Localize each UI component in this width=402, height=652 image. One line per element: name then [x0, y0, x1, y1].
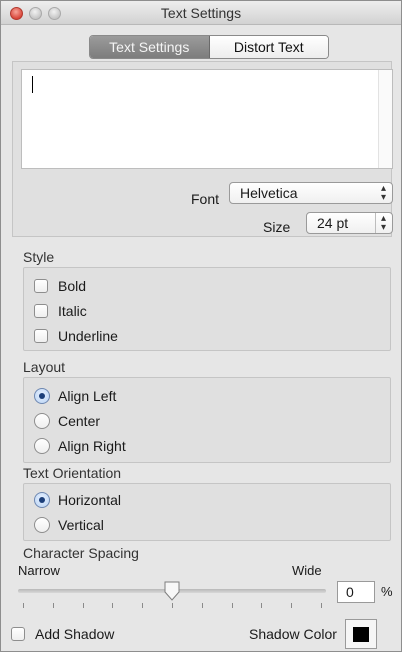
tab-control: Text Settings Distort Text — [89, 35, 329, 59]
font-label: Font — [191, 191, 220, 207]
window-title: Text Settings — [160, 5, 242, 21]
font-popup-value: Helvetica — [240, 185, 298, 201]
radio-button[interactable] — [34, 413, 50, 429]
radio-button[interactable] — [34, 438, 50, 454]
layout-group: Align Left Center Align Right — [23, 377, 391, 463]
checkbox-box[interactable] — [11, 627, 25, 641]
text-settings-window: Text Settings Text Settings Distort Text… — [0, 0, 402, 652]
title-bar: Text Settings — [1, 1, 401, 25]
italic-checkbox[interactable]: Italic — [34, 301, 87, 321]
slider-tick — [52, 603, 54, 608]
italic-label: Italic — [58, 303, 87, 319]
slider-tick — [23, 603, 24, 608]
vertical-radio[interactable]: Vertical — [34, 515, 104, 535]
shadow-color-swatch — [353, 627, 369, 642]
checkbox-box[interactable] — [34, 279, 48, 293]
checkbox-box[interactable] — [34, 329, 48, 343]
shadow-color-well[interactable] — [345, 619, 377, 649]
center-radio[interactable]: Center — [34, 411, 100, 431]
spacing-value-field[interactable]: 0 — [337, 581, 375, 603]
add-shadow-label: Add Shadow — [35, 626, 115, 642]
checkbox-box[interactable] — [34, 304, 48, 318]
underline-checkbox[interactable]: Underline — [34, 326, 118, 346]
text-caret — [32, 76, 33, 93]
orientation-header: Text Orientation — [23, 465, 122, 481]
align-left-label: Align Left — [58, 388, 117, 404]
narrow-label: Narrow — [18, 563, 60, 578]
slider-tick — [82, 603, 84, 608]
horizontal-radio[interactable]: Horizontal — [34, 490, 121, 510]
percent-label: % — [381, 584, 393, 599]
radio-button[interactable] — [34, 388, 50, 404]
spacing-slider-thumb[interactable] — [164, 581, 180, 601]
text-scrollbar[interactable] — [378, 70, 392, 168]
popup-arrows-icon: ▴ ▾ — [380, 213, 386, 233]
text-input-area[interactable] — [21, 69, 393, 169]
slider-tick — [112, 603, 114, 608]
align-left-radio[interactable]: Align Left — [34, 386, 116, 406]
bold-checkbox[interactable]: Bold — [34, 276, 86, 296]
tab-distort-text[interactable]: Distort Text — [209, 36, 328, 58]
center-label: Center — [58, 413, 101, 429]
slider-tick — [321, 603, 322, 608]
align-right-radio[interactable]: Align Right — [34, 436, 126, 456]
shadow-color-label: Shadow Color — [249, 626, 337, 642]
bold-label: Bold — [58, 278, 87, 294]
style-group: Bold Italic Underline — [23, 267, 391, 351]
horizontal-label: Horizontal — [58, 492, 122, 508]
slider-tick — [231, 603, 233, 608]
layout-header: Layout — [23, 359, 66, 375]
tab-text-settings[interactable]: Text Settings — [90, 36, 210, 58]
slider-tick — [261, 603, 263, 608]
radio-button[interactable] — [34, 517, 50, 533]
slider-tick — [201, 603, 203, 608]
spacing-header: Character Spacing — [23, 545, 139, 561]
slider-tick — [142, 603, 144, 608]
style-header: Style — [23, 249, 55, 265]
slider-tick — [291, 603, 293, 608]
size-popup[interactable]: 24 pt ▴ ▾ — [306, 212, 393, 234]
size-popup-value: 24 pt — [317, 215, 349, 231]
wide-label: Wide — [292, 563, 322, 578]
popup-arrows-icon: ▴ ▾ — [380, 183, 386, 203]
font-popup[interactable]: Helvetica ▴ ▾ — [229, 182, 393, 204]
underline-label: Underline — [58, 328, 118, 344]
radio-button[interactable] — [34, 492, 50, 508]
size-popup-separator — [375, 213, 376, 233]
align-right-label: Align Right — [58, 438, 126, 454]
add-shadow-checkbox[interactable]: Add Shadow — [11, 624, 114, 644]
orientation-group: Horizontal Vertical — [23, 483, 391, 541]
size-label: Size — [263, 219, 291, 235]
vertical-label: Vertical — [58, 517, 104, 533]
slider-tick — [172, 603, 173, 608]
